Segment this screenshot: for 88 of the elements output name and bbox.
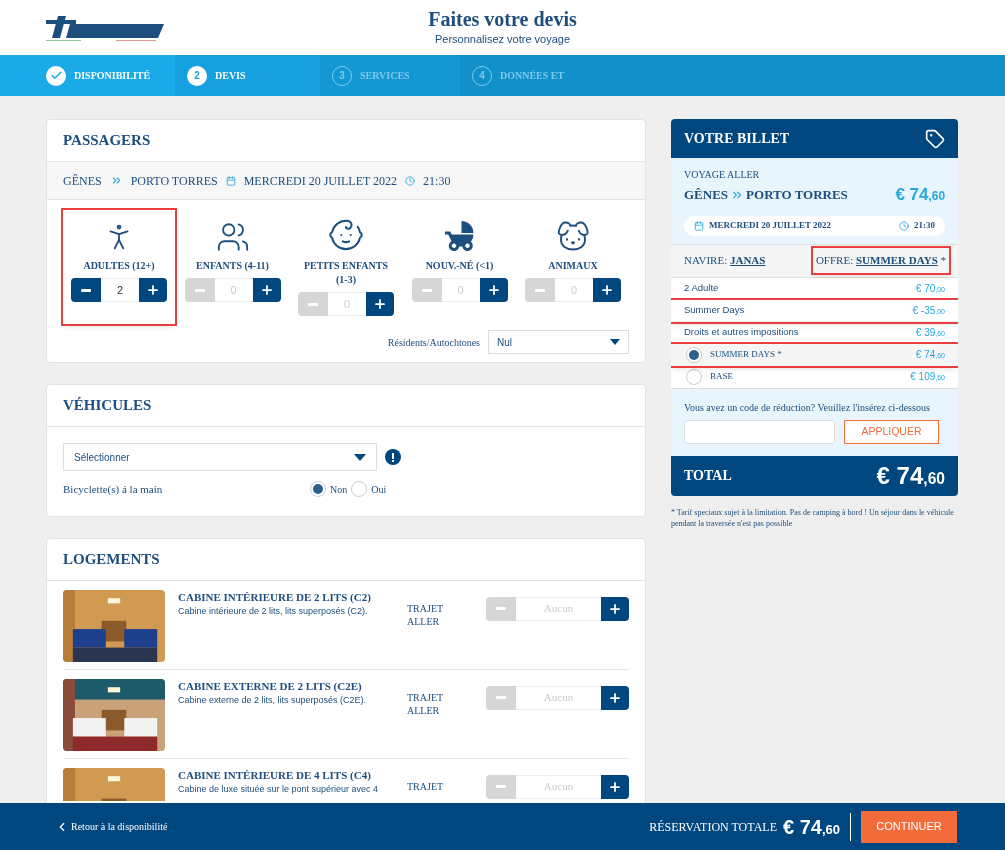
residents-select[interactable]: Nul [488,330,629,354]
trip-direction: TRAJET ALLER [407,601,444,629]
cabin-description: Cabine intérieure de 2 lits, lits superposés (C2). [178,605,369,617]
trip-direction: TRAJET [407,779,445,794]
adult-child-icon [215,220,250,254]
clock-icon [899,220,909,231]
plus-icon [608,779,622,794]
continue-button[interactable]: CONTINUER [861,810,957,843]
plus-icon [373,297,387,311]
passenger-type-label: ADULTES (12+) [82,259,156,273]
calendar-icon [694,220,704,231]
plus-button[interactable] [479,278,508,302]
plus-icon [486,283,501,297]
offer-info: OFFRE: SUMMER DAYS * [812,248,949,273]
cabin-description: Cabine externe de 2 lits, lits superposés (C2E). [178,694,368,706]
clock-icon [405,175,416,186]
plus-icon [608,690,622,705]
passenger-type-label: ENFANTS (4-11) [195,259,270,273]
departure-date: MERCREDI 20 JUILLET 2022 [709,218,832,232]
section-title: PASSAGERS [63,131,151,151]
minus-icon [535,288,545,292]
page-title: Faites votre devis [428,7,577,32]
passenger-type-label: ANIMAUX [547,259,599,273]
back-link[interactable]: Retour à la disponibilité [71,819,168,834]
minus-button[interactable] [71,278,101,302]
minus-icon [496,607,506,610]
total-price: € 74,60 [783,814,840,840]
caret-icon [610,339,620,345]
minus-icon [308,302,318,306]
info-icon [385,449,401,465]
minus-icon [496,785,506,788]
progress-step[interactable]: DISPONIBILITÉ [0,55,175,96]
minus-icon [194,288,205,292]
plus-button[interactable] [593,278,621,302]
minus-icon [81,288,91,292]
cabin-name: CABINE EXTERNE DE 2 LITS (C2E) [178,678,363,693]
departure-date: MERCREDI 20 JUILLET 2022 [243,172,398,190]
tag-icon [925,128,945,149]
total-price: € 74,60 [876,460,945,491]
radio-option[interactable]: Non [310,481,352,498]
departure-port: GÊNES [684,186,729,204]
minus-icon [421,288,432,292]
departure-time: 21:30 [423,172,451,190]
ticket-title: VOTRE BILLET [684,130,790,148]
trip-label: VOYAGE ALLER [684,168,761,182]
departure-port: GÊNES [63,172,102,190]
passenger-type-label: NOUV.-NÉ (<1) [424,259,495,273]
plus-icon [146,283,160,297]
passenger-type-label: PETITS ENFANTS (1-3) [303,259,389,287]
apply-button[interactable]: APPLIQUER [844,419,939,444]
total-label: TOTAL [684,467,732,485]
plus-button[interactable] [252,278,281,302]
departure-time: 21:30 [914,218,935,232]
progress-step[interactable]: 3 SERVICES [320,55,460,96]
section-title: VÉHICULES [63,396,152,416]
plus-button[interactable] [366,292,394,316]
plus-button[interactable] [601,774,629,799]
section-title: LOGEMENTS [63,549,160,569]
caret-icon [354,453,366,461]
total-label: RÉSERVATION TOTALE [649,818,777,836]
plus-button[interactable] [601,596,629,621]
progress-step[interactable]: 2 DEVIS [175,55,320,96]
trip-direction: TRAJET ALLER [407,690,444,718]
cabin-name: CABINE INTÉRIEURE DE 2 LITS (C2) [178,589,372,604]
plus-button[interactable] [139,278,167,302]
ship-info: NAVIRE: JANAS [684,253,766,269]
bicycle-label: Bicyclette(s) á la main [63,482,164,497]
plus-icon [608,601,622,616]
minus-icon [496,696,506,699]
arrival-port: PORTO TORRES [130,172,218,190]
calendar-icon [225,175,236,186]
arrival-port: PORTO TORRES [746,186,848,204]
radio-option[interactable]: Oui [351,481,391,498]
vehicle-select[interactable]: Sélectionner [63,443,377,471]
plus-icon [259,283,274,297]
plus-icon [600,283,614,297]
promo-text: Vous avez un code de réduction? Veuillez l'insérez ci-dessous [684,400,931,415]
footnote: * Tarif speciaux sujet à la limitation. Pas de camping à bord ! Un séjour dans le véhicule pendant la traversée n'est pas possible [671,506,955,529]
cabin-name: CABINE INTÉRIEURE DE 4 LITS (C4) [178,767,372,782]
residents-label: Résidents/Autochtones [387,335,480,350]
trip-price: € 74,60 [895,184,945,206]
cabin-description: Cabine de luxe située sur le pont supérieur avec 4 [178,783,380,795]
plus-button[interactable] [601,685,629,710]
progress-step[interactable]: 4 DONNÉES ET [460,55,1005,96]
step-number: 2 [187,65,207,86]
check-icon [46,65,66,86]
page-subtitle: Personnalisez votre voyage [434,32,571,48]
promo-code-field[interactable] [684,419,835,444]
